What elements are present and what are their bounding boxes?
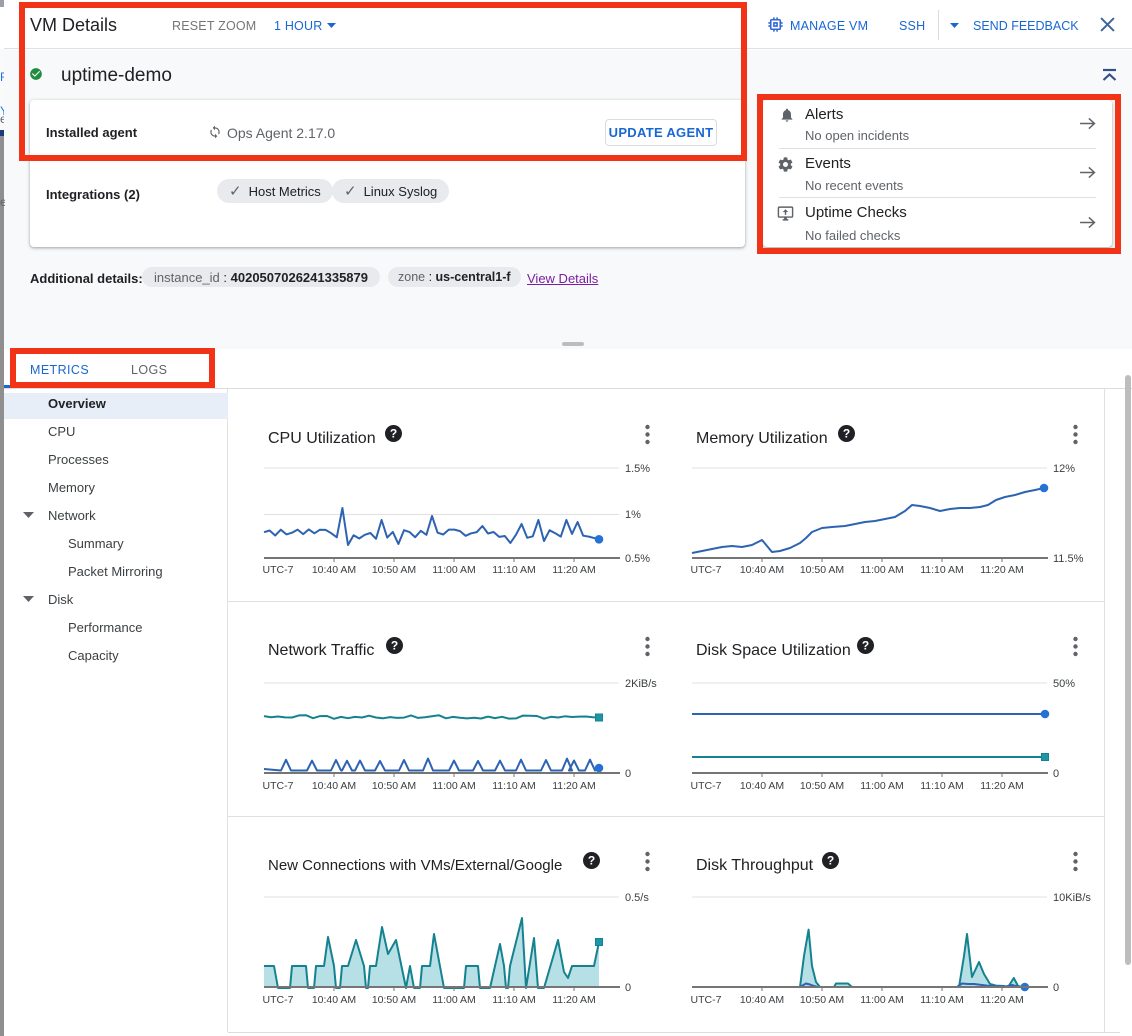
svg-text:11:10 AM: 11:10 AM [492,564,536,576]
svg-text:Disk Throughput: Disk Throughput [696,857,814,874]
svg-text:1.5%: 1.5% [625,463,650,475]
svg-text:11:00 AM: 11:00 AM [432,780,476,792]
svg-text:Memory Utilization: Memory Utilization [696,430,828,447]
svg-text:10:40 AM: 10:40 AM [740,994,784,1006]
svg-text:0: 0 [625,982,631,994]
svg-text:?: ? [391,639,398,653]
svg-text:UTC-7: UTC-7 [263,564,294,576]
svg-text:10:40 AM: 10:40 AM [312,994,356,1006]
svg-text:0.5/s: 0.5/s [625,892,649,904]
svg-text:UTC-7: UTC-7 [691,994,722,1006]
svg-text:11:10 AM: 11:10 AM [492,994,536,1006]
svg-text:?: ? [827,854,834,868]
svg-text:10:50 AM: 10:50 AM [800,564,844,576]
svg-text:11:00 AM: 11:00 AM [432,994,476,1006]
svg-text:11.5%: 11.5% [1053,553,1084,565]
svg-text:11:20 AM: 11:20 AM [980,780,1024,792]
svg-text:10:50 AM: 10:50 AM [800,780,844,792]
svg-text:0.5%: 0.5% [625,553,650,565]
svg-text:UTC-7: UTC-7 [691,780,722,792]
svg-text:0: 0 [1053,982,1059,994]
svg-text:11:00 AM: 11:00 AM [860,564,904,576]
svg-text:10:40 AM: 10:40 AM [312,564,356,576]
svg-text:12%: 12% [1053,463,1075,475]
svg-text:CPU Utilization: CPU Utilization [268,430,376,447]
svg-text:11:20 AM: 11:20 AM [980,564,1024,576]
svg-text:11:00 AM: 11:00 AM [860,994,904,1006]
svg-text:New Connections with VMs/Exter: New Connections with VMs/External/Google [268,857,562,874]
svg-text:10:40 AM: 10:40 AM [740,564,784,576]
svg-text:11:00 AM: 11:00 AM [860,780,904,792]
svg-text:Disk Space Utilization: Disk Space Utilization [696,642,851,659]
svg-text:?: ? [843,427,850,441]
svg-text:10:40 AM: 10:40 AM [312,780,356,792]
svg-text:11:20 AM: 11:20 AM [552,780,596,792]
svg-text:10:50 AM: 10:50 AM [800,994,844,1006]
svg-text:50%: 50% [1053,678,1075,690]
svg-text:10:40 AM: 10:40 AM [740,780,784,792]
svg-text:11:10 AM: 11:10 AM [492,780,536,792]
svg-text:Network Traffic: Network Traffic [268,642,374,659]
svg-text:10KiB/s: 10KiB/s [1053,892,1091,904]
svg-text:11:10 AM: 11:10 AM [920,994,964,1006]
svg-text:0: 0 [1053,768,1059,780]
svg-text:0: 0 [625,768,631,780]
svg-text:UTC-7: UTC-7 [691,564,722,576]
svg-text:11:20 AM: 11:20 AM [552,564,596,576]
svg-text:?: ? [390,427,397,441]
svg-text:11:20 AM: 11:20 AM [552,994,596,1006]
svg-text:11:00 AM: 11:00 AM [432,564,476,576]
svg-text:11:10 AM: 11:10 AM [920,564,964,576]
svg-text:10:50 AM: 10:50 AM [372,994,416,1006]
svg-text:2KiB/s: 2KiB/s [625,678,657,690]
svg-text:UTC-7: UTC-7 [263,780,294,792]
svg-text:10:50 AM: 10:50 AM [372,564,416,576]
svg-text:1%: 1% [625,509,641,521]
svg-text:11:10 AM: 11:10 AM [920,780,964,792]
svg-text:10:50 AM: 10:50 AM [372,780,416,792]
svg-text:?: ? [862,639,869,653]
svg-text:?: ? [588,854,595,868]
svg-text:11:20 AM: 11:20 AM [980,994,1024,1006]
svg-text:UTC-7: UTC-7 [263,994,294,1006]
